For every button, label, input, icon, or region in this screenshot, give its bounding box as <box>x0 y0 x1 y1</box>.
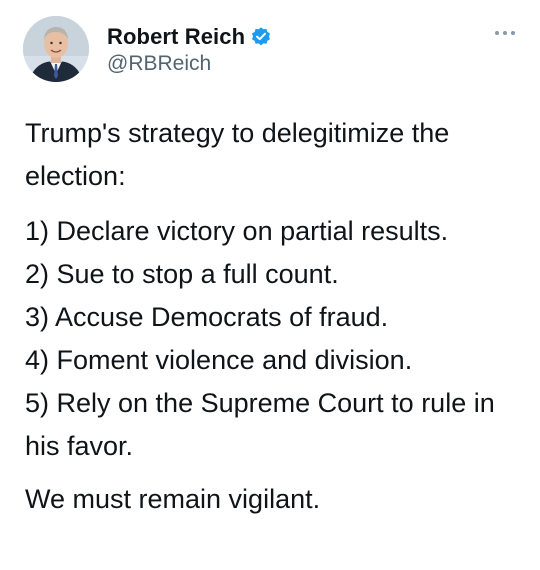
list-item-5-continued: his favor. <box>25 431 134 461</box>
user-handle[interactable]: @RBReich <box>107 52 211 76</box>
tweet-card: Robert Reich @RBReich Trump's strategy t… <box>0 0 540 570</box>
tweet-text: Trump's strategy to delegitimize the ele… <box>25 112 530 521</box>
list-item-1: 1) Declare victory on partial results. <box>25 216 449 246</box>
list-item-5: 5) Rely on the Supreme Court to rule in <box>25 388 495 418</box>
display-name[interactable]: Robert Reich <box>107 24 245 50</box>
intro-line-1: Trump's strategy to delegitimize the <box>25 118 450 148</box>
verified-badge-icon <box>250 26 272 48</box>
avatar[interactable] <box>23 16 89 82</box>
more-options-icon[interactable] <box>492 26 518 40</box>
list-item-4: 4) Foment violence and division. <box>25 345 413 375</box>
list-item-3: 3) Accuse Democrats of fraud. <box>25 302 389 332</box>
list-item-2: 2) Sue to stop a full count. <box>25 259 339 289</box>
intro-line-2: election: <box>25 161 126 191</box>
author-name-row: Robert Reich <box>107 24 272 50</box>
closing-line: We must remain vigilant. <box>25 484 321 514</box>
